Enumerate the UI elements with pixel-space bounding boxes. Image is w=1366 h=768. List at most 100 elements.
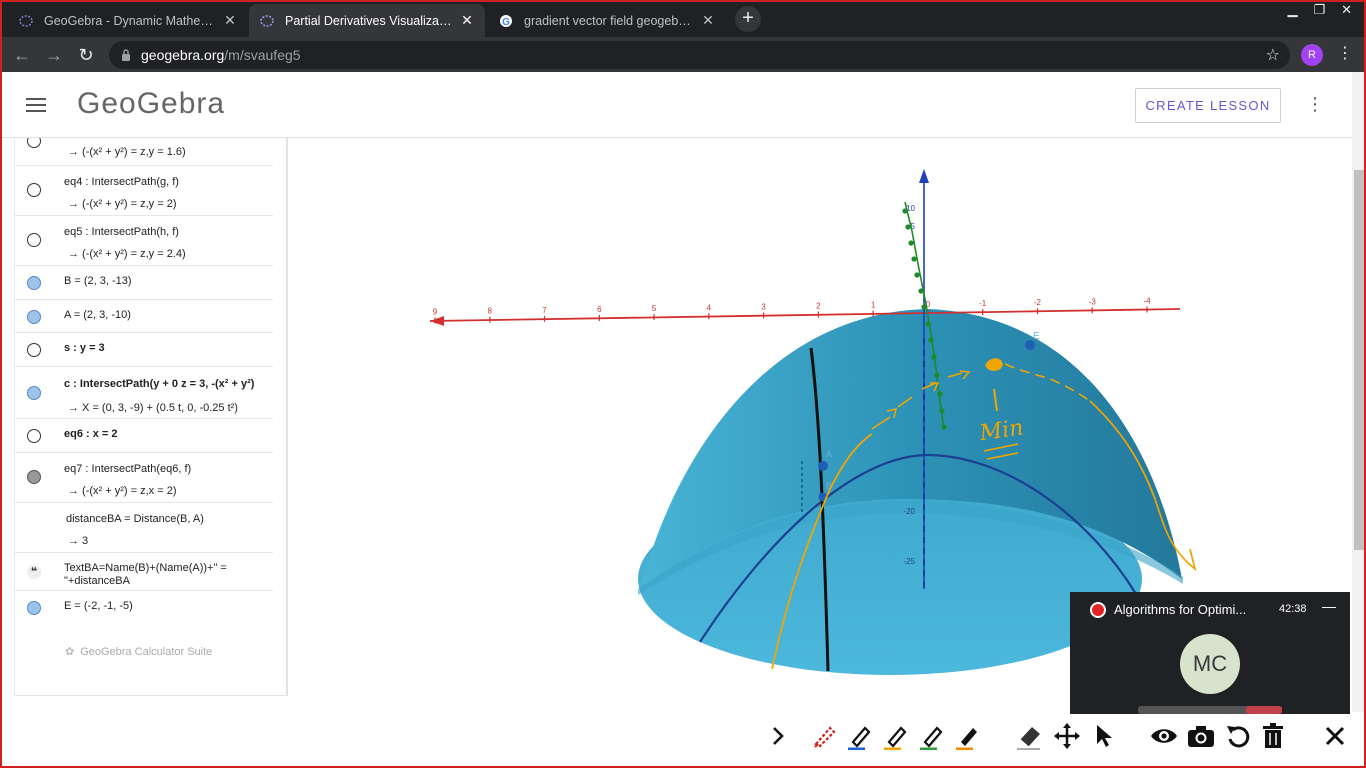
calculator-suite-link[interactable]: ✿ GeoGebra Calculator Suite (65, 645, 212, 658)
annotation-toolbar (768, 716, 1362, 756)
visibility-toggle[interactable] (27, 470, 41, 484)
trash-icon[interactable] (1257, 720, 1289, 752)
algebra-row[interactable]: E = (-2, -1, -5) (15, 591, 273, 623)
gradient-step-point (918, 288, 924, 294)
orange-pen-icon[interactable] (879, 720, 911, 752)
algebra-row[interactable]: s : y = 3 (15, 333, 273, 367)
meeting-pip-window[interactable]: Algorithms for Optimi... 42:38 — MC (1070, 592, 1350, 714)
algebra-row[interactable]: eq5 : IntersectPath(h, f) → (-(x² + y²) … (15, 216, 273, 266)
geogebra-logo[interactable]: GeoGebra (77, 87, 225, 121)
create-lesson-button[interactable]: CREATE LESSON (1135, 88, 1281, 123)
quote-icon[interactable]: ❝ (27, 565, 41, 579)
star-icon[interactable]: ☆ (1266, 45, 1280, 65)
pointer-icon[interactable] (1088, 720, 1120, 752)
visibility-toggle[interactable] (27, 343, 41, 357)
highlighter-icon[interactable] (951, 720, 983, 752)
algebra-row[interactable]: eq6 : x = 2 (15, 419, 273, 453)
restore-icon[interactable]: ❐ (1313, 2, 1325, 18)
algebra-row[interactable]: B = (2, 3, -13) (15, 266, 273, 300)
hamburger-menu-icon[interactable] (26, 98, 46, 112)
meeting-timer: 42:38 (1279, 603, 1307, 615)
visibility-toggle[interactable] (27, 601, 41, 615)
red-pen-icon[interactable] (808, 720, 840, 752)
lock-icon (121, 49, 131, 61)
chrome-menu-icon[interactable]: ⋮ (1337, 43, 1353, 65)
x-axis-tick-label: 2 (816, 302, 821, 311)
move-icon[interactable] (1051, 720, 1083, 752)
camera-icon[interactable] (1185, 720, 1217, 752)
back-icon[interactable]: ← (11, 44, 33, 66)
tab-partial-derivatives[interactable]: Partial Derivatives Visualization 2 ✕ (249, 4, 485, 37)
x-axis-tick-label: 7 (542, 306, 547, 315)
algebra-definition[interactable]: eq7 : IntersectPath(eq6, f) (64, 463, 191, 475)
x-axis-tick-label: -4 (1143, 297, 1151, 306)
visibility-toggle[interactable] (27, 233, 41, 247)
chevron-right-icon[interactable] (762, 720, 794, 752)
algebra-view: → (-(x² + y²) = z,y = 1.6) eq4 : Interse… (14, 138, 288, 696)
text-definition-line2[interactable]: "+distanceBA (64, 575, 130, 587)
close-window-icon[interactable]: ✕ (1341, 2, 1352, 18)
page-scrollbar[interactable] (1352, 72, 1366, 712)
tab-google-search[interactable]: G gradient vector field geogebra - Googl… (488, 4, 726, 37)
pip-controls-bar[interactable] (1138, 706, 1282, 714)
meeting-title: Algorithms for Optimi... (1114, 602, 1247, 617)
algebra-row[interactable]: eq4 : IntersectPath(g, f) → (-(x² + y²) … (15, 166, 273, 216)
visibility-toggle[interactable] (27, 310, 41, 324)
visibility-toggle[interactable] (27, 386, 41, 400)
tab-geogebra-home[interactable]: GeoGebra - Dynamic Mathematics ✕ (8, 4, 248, 37)
svg-text:G: G (502, 17, 510, 28)
algebra-definition[interactable]: E = (-2, -1, -5) (64, 600, 133, 612)
point-a-label: A (826, 449, 832, 459)
blue-pen-icon[interactable] (843, 720, 875, 752)
x-axis-tick-label: -1 (979, 299, 987, 308)
eraser-icon[interactable] (1013, 720, 1045, 752)
algebra-row[interactable]: c : IntersectPath(y + 0 z = 3, -(x² + y²… (15, 367, 273, 419)
x-axis-tick-label: -3 (1089, 297, 1097, 306)
algebra-row[interactable]: → (-(x² + y²) = z,y = 1.6) (15, 138, 273, 166)
visibility-toggle[interactable] (27, 183, 41, 197)
algebra-row[interactable]: distanceBA = Distance(B, A) → 3 (15, 503, 273, 553)
algebra-definition[interactable]: c : IntersectPath(y + 0 z = 3, -(x² + y²… (64, 378, 254, 390)
gradient-step-point (941, 424, 947, 430)
green-pen-icon[interactable] (915, 720, 947, 752)
close-icon[interactable]: ✕ (222, 12, 238, 29)
new-tab-button[interactable]: + (735, 6, 761, 32)
address-bar[interactable]: geogebra.org/m/svaufeg5 ☆ (109, 41, 1290, 69)
algebra-value: → (-(x² + y²) = z,y = 2.4) (68, 248, 186, 260)
gradient-step-point (905, 224, 911, 230)
minimize-icon[interactable]: ▁ (1287, 2, 1297, 18)
minimize-pip-icon[interactable]: — (1322, 598, 1336, 614)
close-icon[interactable]: ✕ (459, 12, 475, 29)
point-a[interactable] (818, 461, 828, 471)
x-axis-tick-label: 3 (761, 302, 766, 311)
undo-icon[interactable] (1222, 720, 1254, 752)
more-options-icon[interactable]: ⋮ (1306, 94, 1324, 115)
algebra-definition[interactable]: B = (2, 3, -13) (64, 275, 132, 287)
algebra-definition[interactable]: eq5 : IntersectPath(h, f) (64, 226, 179, 238)
forward-icon[interactable]: → (43, 44, 65, 66)
scrollbar-thumb[interactable] (1354, 170, 1364, 550)
tab-title: gradient vector field geogebra - Google (524, 13, 694, 28)
algebra-definition[interactable]: A = (2, 3, -10) (64, 309, 131, 321)
url-path: /m/svaufeg5 (224, 47, 301, 63)
x-axis-arrow (430, 316, 444, 326)
profile-avatar[interactable]: R (1301, 44, 1323, 66)
tab-title: Partial Derivatives Visualization 2 (285, 13, 453, 28)
algebra-definition[interactable]: s : y = 3 (64, 342, 105, 354)
algebra-row[interactable]: A = (2, 3, -10) (15, 300, 273, 333)
visibility-toggle[interactable] (27, 138, 41, 148)
text-definition-line1[interactable]: TextBA=Name(B)+(Name(A))+" = (64, 562, 227, 574)
algebra-row[interactable]: ❝ TextBA=Name(B)+(Name(A))+" = "+distanc… (15, 553, 273, 591)
eye-icon[interactable] (1148, 720, 1180, 752)
reload-icon[interactable]: ↻ (75, 44, 97, 66)
algebra-value: → 3 (68, 535, 89, 547)
gradient-step-point (902, 208, 908, 214)
close-icon[interactable] (1319, 720, 1351, 752)
visibility-toggle[interactable] (27, 276, 41, 290)
algebra-definition[interactable]: eq6 : x = 2 (64, 428, 118, 440)
algebra-definition[interactable]: distanceBA = Distance(B, A) (66, 513, 204, 525)
close-icon[interactable]: ✕ (700, 12, 716, 29)
visibility-toggle[interactable] (27, 429, 41, 443)
algebra-row[interactable]: eq7 : IntersectPath(eq6, f) → (-(x² + y²… (15, 453, 273, 503)
algebra-definition[interactable]: eq4 : IntersectPath(g, f) (64, 176, 179, 188)
